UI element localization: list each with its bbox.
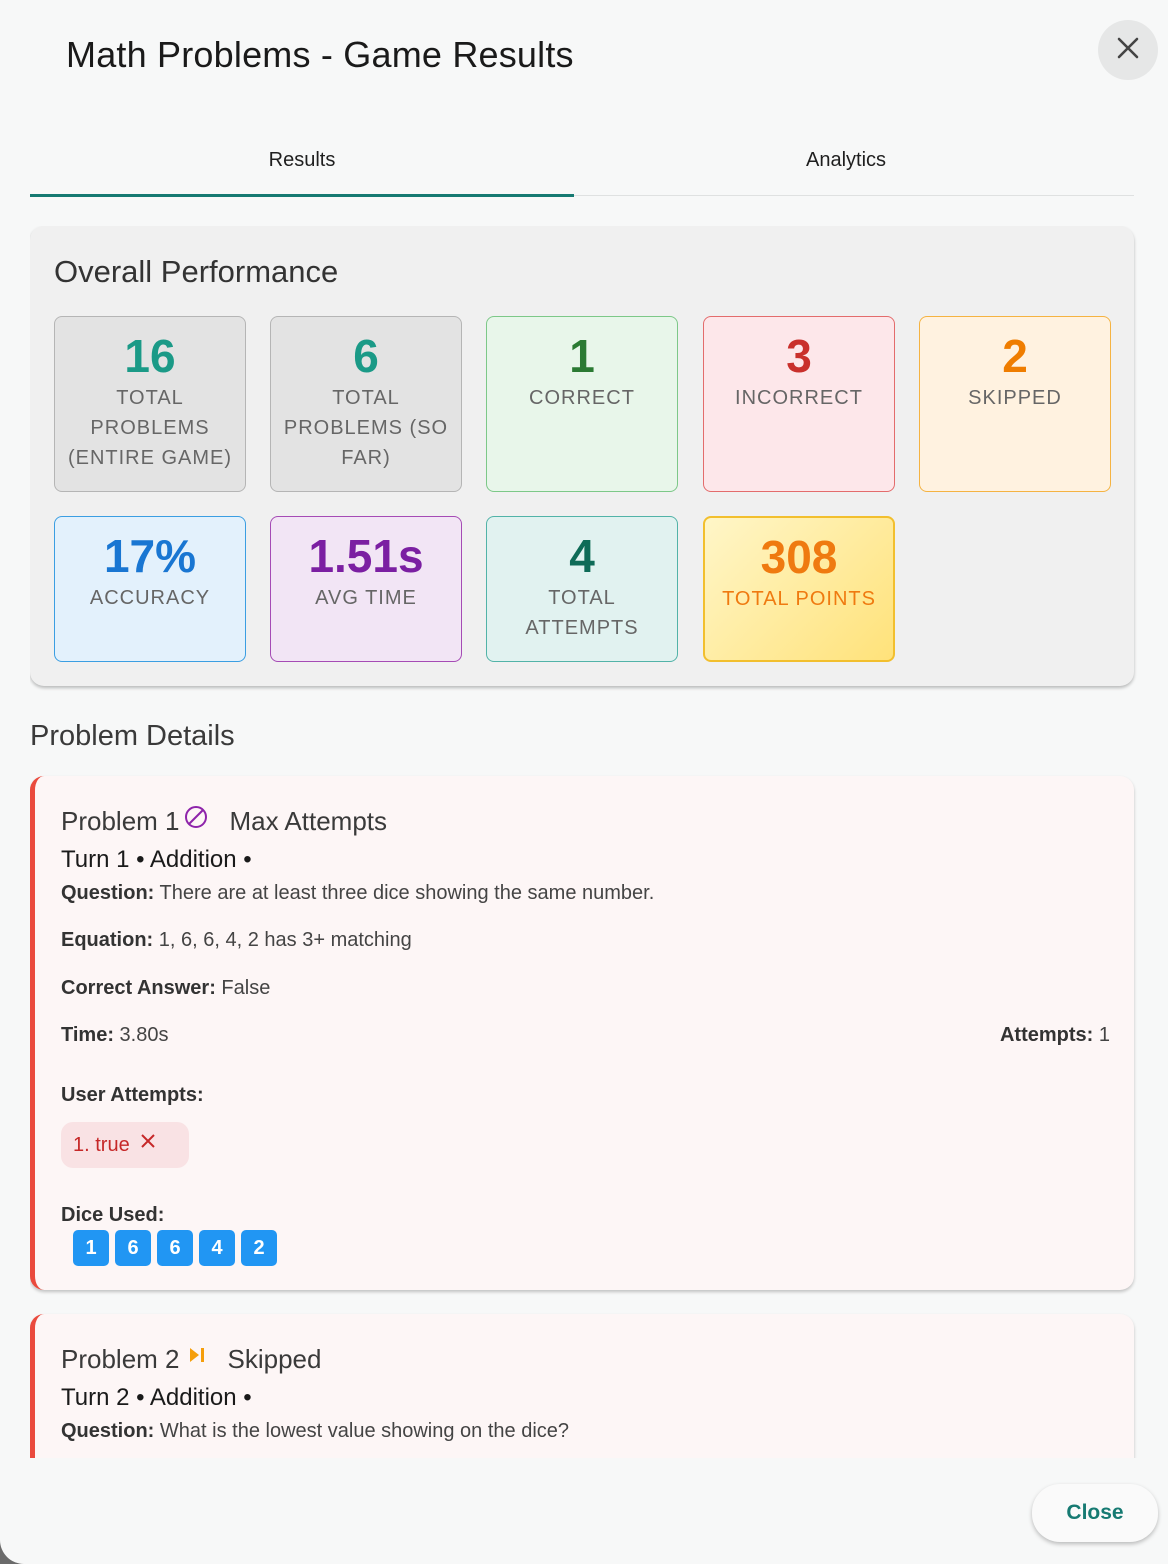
dice-list: 1 6 6 4 2 bbox=[73, 1230, 277, 1266]
question-label: Question: bbox=[61, 882, 155, 904]
problem-card: Problem 1 Max Attempts Turn 1 • Addition… bbox=[30, 776, 1134, 1290]
stat-incorrect: 3 INCORRECT bbox=[703, 316, 895, 492]
problem-status: Skipped bbox=[227, 1344, 322, 1374]
stat-value: 17% bbox=[103, 530, 197, 582]
close-icon bbox=[1115, 35, 1141, 66]
stat-label: TOTAL POINTS bbox=[722, 588, 876, 610]
dialog-title: Math Problems - Game Results bbox=[66, 34, 574, 75]
problem-turn: Turn 1 • Addition • bbox=[61, 846, 252, 873]
equation-line: Equation: 1, 6, 6, 4, 2 has 3+ matching bbox=[61, 929, 412, 952]
stat-correct: 1 CORRECT bbox=[486, 316, 678, 492]
overall-performance-title: Overall Performance bbox=[54, 254, 339, 289]
stat-value: 1.51s bbox=[308, 530, 424, 582]
attempts-value: 1 bbox=[1098, 1024, 1110, 1046]
problem-status: Max Attempts bbox=[229, 806, 388, 836]
stat-total-attempts: 4 TOTAL ATTEMPTS bbox=[486, 516, 678, 662]
attempts-line: Attempts: 1 bbox=[1000, 1024, 1110, 1047]
stat-value: 6 bbox=[353, 330, 379, 382]
question-label: Question: bbox=[61, 1420, 155, 1442]
die: 4 bbox=[199, 1230, 235, 1266]
stat-label: ACCURACY bbox=[89, 587, 211, 609]
correct-answer-label: Correct Answer: bbox=[61, 977, 216, 999]
results-dialog: Math Problems - Game Results Results Ana… bbox=[0, 0, 1168, 1564]
tab-bar: Results Analytics bbox=[30, 124, 1134, 197]
overall-performance-panel: Overall Performance 16 TOTAL PROBLEMS (E… bbox=[30, 226, 1134, 686]
user-attempt-chip: 1. true bbox=[61, 1122, 189, 1168]
dice-used-line: Dice Used: bbox=[61, 1204, 164, 1227]
stat-value: 3 bbox=[786, 330, 812, 382]
stat-label: TOTAL PROBLEMS (ENTIRE GAME) bbox=[67, 387, 233, 469]
correct-answer-value: False bbox=[221, 977, 271, 999]
skip-icon bbox=[188, 1346, 206, 1364]
stat-skipped: 2 SKIPPED bbox=[919, 316, 1111, 492]
stat-label: AVG TIME bbox=[315, 587, 417, 609]
tab-results[interactable]: Results bbox=[30, 124, 574, 197]
stat-label: TOTAL PROBLEMS (SO FAR) bbox=[283, 387, 449, 469]
die: 6 bbox=[157, 1230, 193, 1266]
x-icon bbox=[140, 1133, 156, 1149]
stat-value: 1 bbox=[569, 330, 595, 382]
problem-card: Problem 2 Skipped Turn 2 • Addition • Qu… bbox=[30, 1314, 1134, 1458]
stat-total-problems-so-far: 6 TOTAL PROBLEMS (SO FAR) bbox=[270, 316, 462, 492]
question-line: Question: There are at least three dice … bbox=[61, 882, 654, 905]
stat-value: 16 bbox=[124, 330, 176, 382]
stat-accuracy: 17% ACCURACY bbox=[54, 516, 246, 662]
attempts-label: Attempts: bbox=[999, 1024, 1094, 1046]
correct-answer-line: Correct Answer: False bbox=[61, 977, 270, 1000]
die: 6 bbox=[115, 1230, 151, 1266]
prohibited-icon bbox=[184, 805, 208, 829]
question-text: What is the lowest value showing on the … bbox=[159, 1420, 570, 1442]
die: 2 bbox=[241, 1230, 277, 1266]
problem-turn: Turn 2 • Addition • bbox=[61, 1384, 252, 1411]
stat-value: 308 bbox=[760, 531, 838, 583]
stat-total-points: 308 TOTAL POINTS bbox=[703, 516, 895, 662]
problem-title: Problem 2 bbox=[61, 1344, 180, 1374]
close-dialog-button[interactable] bbox=[1098, 20, 1158, 80]
stat-label: TOTAL ATTEMPTS bbox=[525, 587, 639, 639]
stat-label: CORRECT bbox=[529, 387, 635, 409]
user-attempt-text: 1. true bbox=[73, 1133, 130, 1156]
stat-label: SKIPPED bbox=[968, 387, 1062, 409]
time-value: 3.80s bbox=[119, 1024, 169, 1046]
problem-title-row: Problem 1 Max Attempts bbox=[61, 805, 388, 837]
close-button[interactable]: Close bbox=[1032, 1484, 1158, 1542]
question-text: There are at least three dice showing th… bbox=[159, 882, 655, 904]
stat-value: 2 bbox=[1002, 330, 1028, 382]
die: 1 bbox=[73, 1230, 109, 1266]
stat-total-problems-entire: 16 TOTAL PROBLEMS (ENTIRE GAME) bbox=[54, 316, 246, 492]
stat-avg-time: 1.51s AVG TIME bbox=[270, 516, 462, 662]
equation-label: Equation: bbox=[61, 929, 154, 951]
user-attempts-label: User Attempts: bbox=[61, 1084, 204, 1106]
question-line: Question: What is the lowest value showi… bbox=[61, 1420, 569, 1443]
user-attempts-line: User Attempts: bbox=[61, 1084, 204, 1107]
time-label: Time: bbox=[61, 1024, 114, 1046]
stat-value: 4 bbox=[569, 530, 595, 582]
dice-used-label: Dice Used: bbox=[61, 1204, 165, 1226]
problem-title: Problem 1 bbox=[61, 806, 180, 836]
time-line: Time: 3.80s bbox=[61, 1024, 168, 1047]
problem-title-row: Problem 2 Skipped bbox=[61, 1344, 321, 1375]
equation-text: 1, 6, 6, 4, 2 has 3+ matching bbox=[158, 929, 412, 951]
tab-analytics[interactable]: Analytics bbox=[574, 124, 1118, 196]
stat-label: INCORRECT bbox=[735, 387, 863, 409]
problem-details-title: Problem Details bbox=[30, 720, 235, 752]
results-scroll-area[interactable]: Overall Performance 16 TOTAL PROBLEMS (E… bbox=[30, 226, 1138, 1458]
